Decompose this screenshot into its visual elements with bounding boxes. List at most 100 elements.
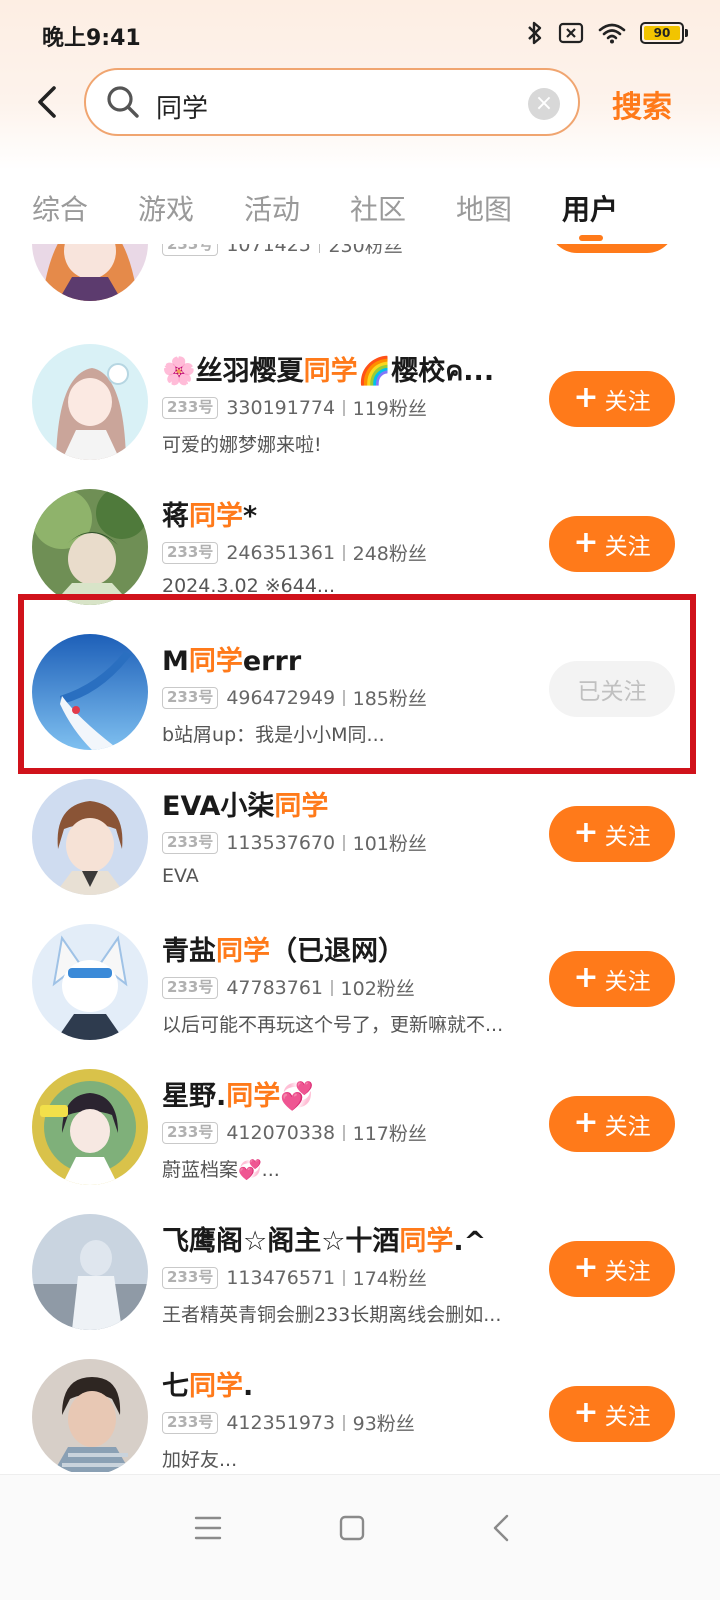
follow-button[interactable]: +关注 xyxy=(549,1386,675,1442)
id-badge: 233号 xyxy=(162,1266,219,1289)
user-name: 蒋同学* xyxy=(162,501,258,532)
tab-community[interactable]: 社区 xyxy=(350,188,406,228)
user-avatar[interactable] xyxy=(32,1214,148,1330)
user-row[interactable]: 飞鹰阁☆阁主☆十酒同学.^ 233号 113476571 174粉丝 王者精英青… xyxy=(0,1214,720,1359)
id-badge: 233号 xyxy=(162,396,219,419)
search-icon xyxy=(107,86,139,118)
user-row[interactable]: 七同学. 233号 412351973 93粉丝 加好友... + 关注 xyxy=(0,1359,720,1472)
id-badge: 233号 xyxy=(162,541,219,564)
back-arrow-icon[interactable] xyxy=(32,84,62,120)
tab-all[interactable]: 综合 xyxy=(32,188,88,228)
user-bio: 蔚蓝档案💞... xyxy=(162,1159,280,1181)
follow-button[interactable]: +关注 xyxy=(549,371,675,427)
battery-level: 90 xyxy=(644,26,680,40)
search-bar: 同学 × 搜索 xyxy=(0,66,720,138)
highlight-box xyxy=(18,594,696,774)
user-fans: 174粉丝 xyxy=(352,1268,427,1290)
user-id: 246351361 xyxy=(226,541,336,564)
user-meta: 233号 113537670 101粉丝 xyxy=(162,829,427,856)
plus-icon: + xyxy=(573,379,599,415)
id-badge: 233号 xyxy=(162,976,219,999)
user-avatar[interactable] xyxy=(32,1359,148,1472)
user-avatar[interactable] xyxy=(32,779,148,895)
category-tabs: 综合 游戏 活动 社区 地图 用户 xyxy=(0,180,720,242)
user-row[interactable]: 同学 233号 1071425 230粉丝 +关注 xyxy=(0,244,720,316)
user-meta: 233号 1071425 230粉丝 xyxy=(162,244,403,258)
id-badge: 233号 xyxy=(162,1411,219,1434)
user-id: 412351973 xyxy=(226,1411,336,1434)
user-id: 113537670 xyxy=(226,831,336,854)
tab-games[interactable]: 游戏 xyxy=(138,188,194,228)
user-id: 1071425 xyxy=(226,244,311,256)
follow-button[interactable]: +关注 xyxy=(549,516,675,572)
user-fans: 117粉丝 xyxy=(352,1123,427,1145)
user-avatar[interactable] xyxy=(32,244,148,301)
search-button[interactable]: 搜索 xyxy=(612,82,672,126)
user-meta: 233号 246351361 248粉丝 xyxy=(162,539,427,566)
search-input[interactable]: 同学 × xyxy=(84,68,580,136)
divider xyxy=(343,399,345,416)
user-name: EVA小柒同学 xyxy=(162,791,329,822)
user-meta: 233号 47783761 102粉丝 xyxy=(162,974,415,1001)
plus-icon: + xyxy=(573,1394,599,1430)
divider xyxy=(318,244,321,253)
clear-icon[interactable]: × xyxy=(528,88,560,120)
user-row[interactable]: 青盐同学（已退网） 233号 47783761 102粉丝 以后可能不再玩这个号… xyxy=(0,924,720,1069)
divider xyxy=(331,979,333,996)
user-row[interactable]: 星野.同学💞 233号 412070338 117粉丝 蔚蓝档案💞... + 关注 xyxy=(0,1069,720,1214)
user-fans: 102粉丝 xyxy=(340,978,415,1000)
user-id: 47783761 xyxy=(226,976,324,999)
follow-button[interactable]: +关注 xyxy=(549,244,675,253)
follow-button[interactable]: +关注 xyxy=(549,951,675,1007)
divider xyxy=(343,544,345,561)
plus-icon: + xyxy=(573,1104,599,1140)
user-name: 星野.同学💞 xyxy=(162,1081,314,1112)
follow-button[interactable]: +关注 xyxy=(549,1096,675,1152)
tab-events[interactable]: 活动 xyxy=(244,188,300,228)
plus-icon: + xyxy=(573,814,599,850)
user-name: 🌸丝羽樱夏同学🌈樱校ค... xyxy=(162,356,495,387)
bluetooth-icon xyxy=(528,21,542,45)
sim-off-icon xyxy=(558,22,584,44)
id-badge: 233号 xyxy=(162,1121,219,1144)
user-fans: 119粉丝 xyxy=(352,398,427,420)
user-name: 飞鹰阁☆阁主☆十酒同学.^ xyxy=(162,1226,487,1257)
status-bar: 晚上9:41 90 xyxy=(0,0,720,66)
user-fans: 248粉丝 xyxy=(352,543,427,565)
id-badge: 233号 xyxy=(162,831,219,854)
divider xyxy=(343,834,345,851)
follow-button[interactable]: +关注 xyxy=(549,1241,675,1297)
user-meta: 233号 412070338 117粉丝 xyxy=(162,1119,427,1146)
user-id: 113476571 xyxy=(226,1266,336,1289)
status-icons: 90 xyxy=(526,18,688,48)
user-id: 330191774 xyxy=(226,396,336,419)
tab-users[interactable]: 用户 xyxy=(562,188,618,228)
id-badge: 233号 xyxy=(162,244,219,256)
user-bio: 加好友... xyxy=(162,1449,238,1471)
user-row[interactable]: EVA小柒同学 233号 113537670 101粉丝 EVA + 关注 xyxy=(0,779,720,924)
tab-maps[interactable]: 地图 xyxy=(456,188,512,228)
user-row[interactable]: 🌸丝羽樱夏同学🌈樱校ค... 233号 330191774 119粉丝 可爱的娜… xyxy=(0,344,720,489)
follow-button[interactable]: +关注 xyxy=(549,806,675,862)
user-avatar[interactable] xyxy=(32,489,148,605)
active-tab-indicator xyxy=(579,235,603,241)
user-bio: 以后可能不再玩这个号了，更新嘛就不... xyxy=(162,1014,504,1036)
user-avatar[interactable] xyxy=(32,344,148,460)
divider xyxy=(343,1414,345,1431)
divider xyxy=(343,1269,345,1286)
user-name: 青盐同学（已退网） xyxy=(162,936,405,967)
user-avatar[interactable] xyxy=(32,1069,148,1185)
user-avatar[interactable] xyxy=(32,924,148,1040)
user-id: 412070338 xyxy=(226,1121,336,1144)
battery-icon: 90 xyxy=(640,22,688,44)
user-meta: 233号 330191774 119粉丝 xyxy=(162,394,427,421)
user-result-list: 同学 233号 1071425 230粉丝 +关注 🌸丝羽樱夏同学🌈樱校ค...… xyxy=(0,244,720,1472)
user-bio: EVA xyxy=(162,865,199,887)
user-fans: 101粉丝 xyxy=(352,833,427,855)
search-query[interactable]: 同学 xyxy=(156,88,208,125)
user-meta: 233号 412351973 93粉丝 xyxy=(162,1409,415,1436)
home-icon[interactable] xyxy=(332,1508,372,1548)
menu-icon[interactable] xyxy=(188,1508,228,1548)
plus-icon: + xyxy=(573,959,599,995)
back-icon[interactable] xyxy=(482,1508,522,1548)
